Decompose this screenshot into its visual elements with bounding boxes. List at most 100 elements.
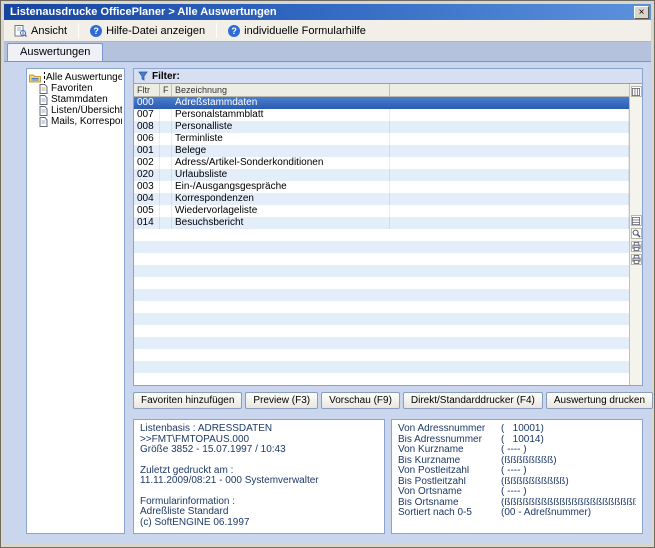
search-button[interactable] (631, 228, 642, 239)
row-nr: 008 (134, 121, 160, 133)
row-name: Belege (172, 145, 390, 157)
toolbar: Ansicht ? Hilfe-Datei anzeigen ? individ… (4, 20, 651, 42)
row-name: Personalstammblatt (172, 109, 390, 121)
range-label: Sortiert nach 0-5 (398, 508, 501, 519)
table-row[interactable]: 006Terminliste (134, 133, 629, 145)
tab-auswertungen[interactable]: Auswertungen (7, 43, 103, 61)
add-favorite-button[interactable]: Favoriten hinzufügen (133, 392, 242, 409)
row-extra (390, 181, 629, 193)
header-fltr[interactable]: Fltr (134, 84, 160, 96)
table-row[interactable]: 004 Korrespondenzen (134, 193, 629, 205)
form-help-button[interactable]: ? individuelle Formularhilfe (221, 22, 373, 40)
tree-item-favoriten[interactable]: Favoriten (39, 83, 122, 94)
content-area: Alle Auswertungen Favoriten Stammdaten (4, 62, 651, 544)
folder-icon (29, 73, 41, 83)
print-list-button-small[interactable] (631, 254, 642, 265)
range-value: ( ---- ) (501, 487, 636, 498)
table-row[interactable]: 014Besuchsbericht (134, 217, 629, 229)
info-area: Listenbasis : ADRESSDATEN >>FMT\FMTOPAUS… (133, 419, 643, 534)
row-extra (390, 157, 629, 169)
table-row[interactable]: 008 Personalliste (134, 121, 629, 133)
range-value: ( ---- ) (501, 466, 636, 477)
row-name: Urlaubsliste (172, 169, 390, 181)
ansicht-label: Ansicht (31, 25, 67, 37)
printer-icon (632, 255, 641, 264)
info-line: 11.11.2009/08:21 - 000 Systemverwalter (140, 476, 378, 487)
range-label: Von Postleitzahl (398, 466, 501, 477)
row-flag (160, 109, 172, 121)
row-extra (390, 145, 629, 157)
row-name: Korrespondenzen (172, 193, 390, 205)
tree-item-alle-auswertungen[interactable]: Alle Auswertungen (29, 72, 122, 83)
tree-item-listen-uebersichten[interactable]: Listen/Übersichten (39, 105, 122, 116)
row-name: Terminliste (172, 133, 390, 145)
row-flag (160, 169, 172, 181)
table-row[interactable]: 001Belege (134, 145, 629, 157)
row-extra (390, 97, 629, 109)
table-row[interactable]: 000 Adreßstammdaten (134, 97, 629, 109)
category-tree: Alle Auswertungen Favoriten Stammdaten (26, 68, 125, 534)
table-row[interactable]: 003Ein-/Ausgangsgespräche (134, 181, 629, 193)
tree-item-mails-korrespondenzen[interactable]: Mails, Korrespondenzen (39, 116, 122, 127)
vorschau-f9-button[interactable]: Vorschau (F9) (321, 392, 400, 409)
preview-f3-button[interactable]: Preview (F3) (245, 392, 318, 409)
info-line (140, 487, 378, 497)
document-icon (39, 84, 48, 94)
range-value: ( ---- ) (501, 445, 636, 456)
table-row[interactable]: 005Wiedervorlageliste (134, 205, 629, 217)
range-label: Bis Adressnummer (398, 435, 501, 446)
row-name: Wiedervorlageliste (172, 205, 390, 217)
row-name: Adreßstammdaten (172, 97, 390, 109)
row-flag (160, 193, 172, 205)
row-nr: 007 (134, 109, 160, 121)
info-line: Adreßliste Standard (140, 507, 378, 518)
range-grid: Von Adressnummer( 10001) Bis Adressnumme… (398, 424, 636, 519)
document-icon (39, 95, 48, 105)
range-label: Bis Postleitzahl (398, 477, 501, 488)
table-row[interactable]: 007 Personalstammblatt (134, 109, 629, 121)
range-value: (ßßßßßßßßßßßßßßßßßßßßßßßßßßßß) (501, 498, 636, 509)
print-report-button[interactable]: Auswertung drucken (546, 392, 653, 409)
table-row[interactable]: 002Adress/Artikel-Sonderkonditionen (134, 157, 629, 169)
table-row[interactable]: 020 Urlaubsliste (134, 169, 629, 181)
range-label: Von Kurzname (398, 445, 501, 456)
rows-view-button[interactable] (631, 215, 642, 226)
help-icon: ? (90, 25, 102, 37)
row-nr: 004 (134, 193, 160, 205)
tree-item-stammdaten[interactable]: Stammdaten (39, 94, 122, 105)
row-flag (160, 133, 172, 145)
row-name: Personalliste (172, 121, 390, 133)
header-f[interactable]: F (160, 84, 172, 96)
row-flag (160, 181, 172, 193)
range-value: (ßßßßßßßß) (501, 456, 636, 467)
range-value: (ßßßßßßßßßß) (501, 477, 636, 488)
grid-header: Fltr F Bezeichnung (134, 84, 629, 97)
direct-print-f4-button[interactable]: Direkt/Standarddrucker (F4) (403, 392, 543, 409)
tab-strip: Auswertungen (4, 42, 651, 62)
row-extra (390, 205, 629, 217)
row-flag (160, 97, 172, 109)
row-extra (390, 217, 629, 229)
row-nr: 002 (134, 157, 160, 169)
column-options-button[interactable] (631, 86, 642, 97)
ansicht-button[interactable]: Ansicht (7, 22, 74, 40)
row-flag (160, 157, 172, 169)
row-extra (390, 133, 629, 145)
action-button-bar: Favoriten hinzufügen Preview (F3) Vorsch… (133, 392, 643, 409)
row-flag (160, 145, 172, 157)
row-nr: 014 (134, 217, 160, 229)
header-extra[interactable] (390, 84, 629, 96)
row-nr: 020 (134, 169, 160, 181)
close-button[interactable]: × (634, 6, 649, 19)
help-file-button[interactable]: ? Hilfe-Datei anzeigen (83, 22, 212, 40)
document-icon (39, 117, 48, 127)
row-extra (390, 169, 629, 181)
header-bezeichnung[interactable]: Bezeichnung (172, 84, 390, 96)
help-file-label: Hilfe-Datei anzeigen (106, 25, 205, 37)
print-button-small[interactable] (631, 241, 642, 252)
row-extra (390, 193, 629, 205)
tree-item-label: Listen/Übersichten (51, 105, 122, 116)
app-window: Listenausdrucke OfficePlaner > Alle Ausw… (0, 0, 655, 548)
tree-item-label: Stammdaten (51, 94, 108, 105)
row-nr: 000 (134, 97, 160, 109)
